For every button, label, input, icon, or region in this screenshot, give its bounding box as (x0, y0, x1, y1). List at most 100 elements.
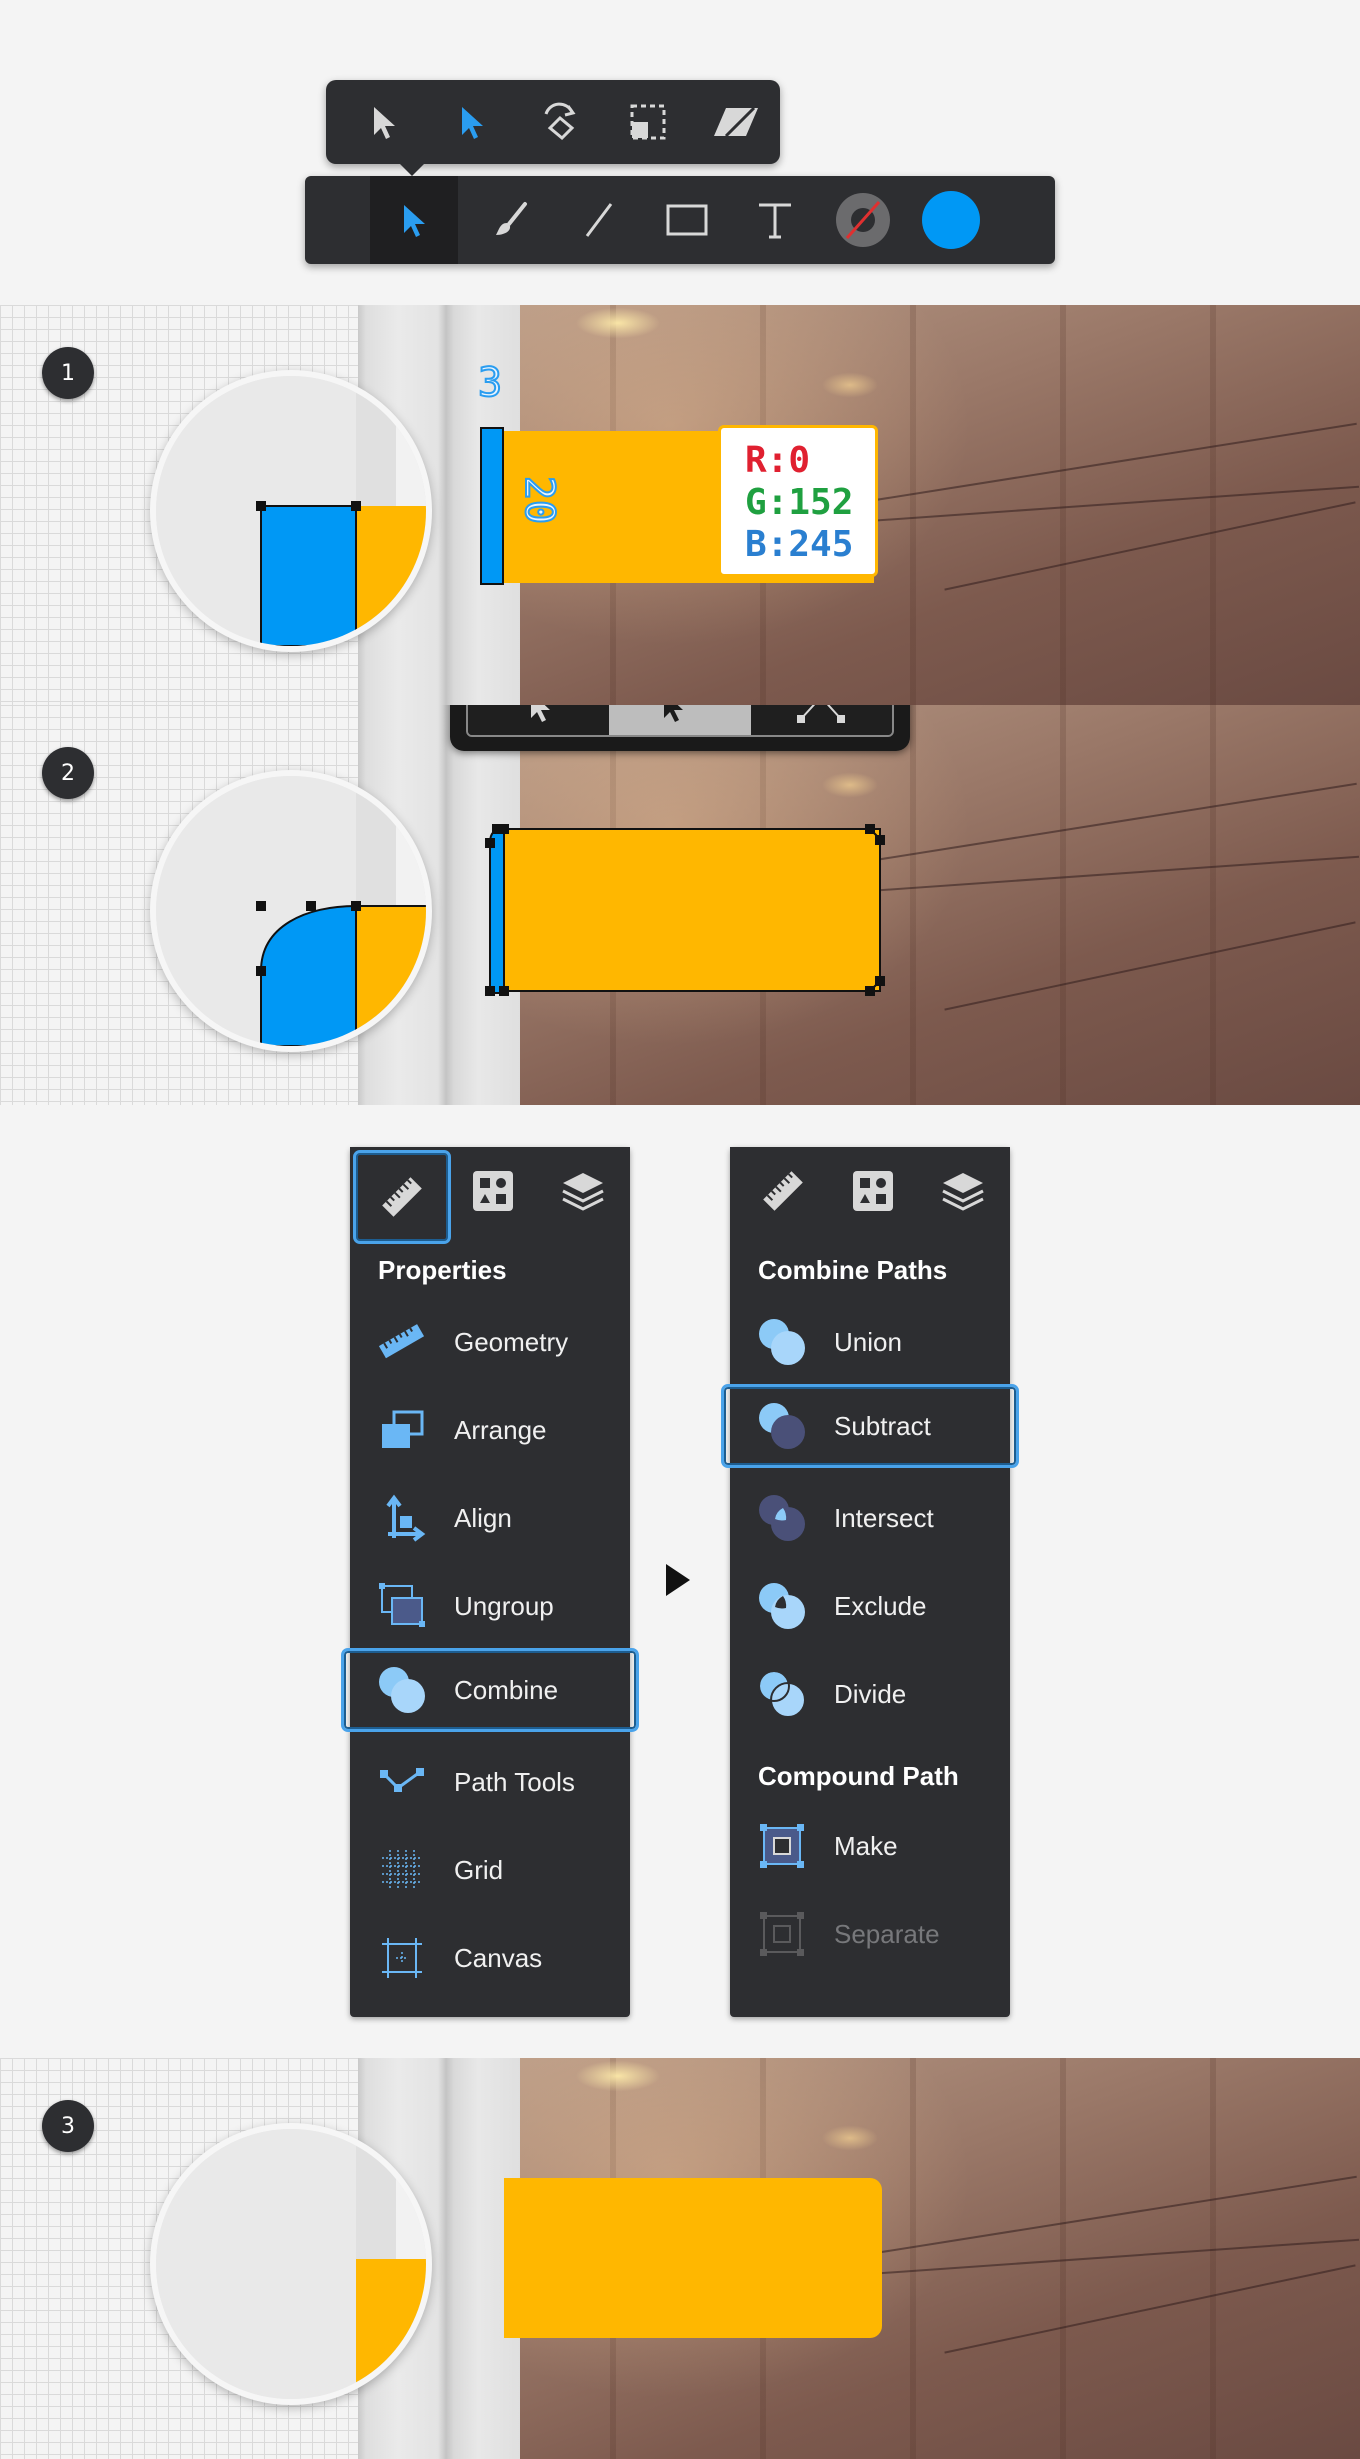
divide-item[interactable]: Divide (730, 1659, 1010, 1729)
brush-tool-button[interactable] (467, 176, 555, 264)
line-tool-button[interactable] (555, 176, 643, 264)
item-label: Ungroup (454, 1590, 554, 1621)
tab-layers[interactable] (916, 1147, 1009, 1235)
combine-paths-panel: Combine Paths Union Subtract Intersect E… (721, 1147, 1019, 2017)
panel-tabs (350, 1147, 630, 1244)
ruler-icon (382, 1177, 422, 1217)
stroke-none-icon (836, 193, 890, 247)
ruler-icon (378, 1324, 425, 1359)
arrow-pointer-icon (374, 107, 395, 139)
item-label: Divide (834, 1678, 907, 1709)
tab-layers[interactable] (536, 1147, 629, 1235)
arrow-pointer-icon (530, 705, 550, 722)
tab-shapes[interactable] (826, 1147, 919, 1235)
node-toolbar-group (466, 705, 894, 737)
blue-rectangle (480, 427, 504, 585)
item-label: Exclude (834, 1590, 927, 1621)
tab-shapes[interactable] (446, 1147, 539, 1235)
color-b-value: B:245 (745, 524, 854, 565)
add-node-button[interactable] (609, 705, 751, 735)
path-tools-icon (380, 1768, 424, 1792)
panel-title: Properties (378, 1255, 507, 1285)
item-label: Canvas (454, 1942, 543, 1973)
line-icon (585, 203, 613, 237)
canvas-icon (382, 1938, 422, 1978)
rectangle-tool-button[interactable] (643, 176, 731, 264)
align-item[interactable]: Align (350, 1483, 630, 1553)
exclude-item[interactable]: Exclude (730, 1571, 1010, 1641)
union-icon (759, 1319, 805, 1365)
step-1-canvas: 1 3 20 R:0 G:152 B:245 (0, 305, 1360, 705)
zoom-lens (150, 370, 432, 652)
node-tool-button[interactable] (434, 80, 510, 164)
crop-tool-button[interactable] (610, 80, 686, 164)
intersect-item[interactable]: Intersect (730, 1483, 1010, 1553)
crop-icon (630, 104, 666, 140)
color-value-tooltip: R:0 G:152 B:245 (718, 425, 878, 577)
node-toolbar (450, 705, 910, 751)
panel-tabs (730, 1147, 1010, 1235)
convert-node-button[interactable] (750, 705, 892, 735)
shear-icon (714, 106, 758, 138)
rotate-tool-button[interactable] (522, 80, 598, 164)
section-title: Compound Path (758, 1761, 959, 1791)
zoomed-corner-detail (156, 776, 426, 1046)
fill-color-swatch (922, 191, 980, 249)
step-3-canvas: 3 (0, 2058, 1360, 2459)
rectangle-icon (666, 204, 708, 236)
separate-compound-item[interactable]: Separate (730, 1899, 1010, 1969)
make-compound-item[interactable]: Make (730, 1811, 1010, 1881)
intersect-icon (759, 1495, 805, 1541)
make-icon (760, 1824, 804, 1868)
item-label: Union (834, 1326, 902, 1357)
step-2-canvas: 2 (0, 705, 1360, 1105)
combine-item[interactable]: Combine (341, 1648, 639, 1732)
subtract-icon (759, 1403, 805, 1449)
height-annotation: 20 (515, 475, 563, 525)
tab-geometry[interactable] (736, 1147, 829, 1235)
canvas-item[interactable]: Canvas (350, 1923, 630, 1993)
arrow-right-icon (666, 1564, 690, 1596)
item-label: Arrange (454, 1414, 547, 1445)
rotate-icon (544, 102, 576, 141)
arrange-item[interactable]: Arrange (350, 1395, 630, 1465)
zoomed-shape-detail (156, 376, 426, 646)
arrow-plus-icon (663, 705, 683, 722)
node-select-button[interactable] (468, 705, 610, 735)
item-label: Separate (834, 1918, 940, 1949)
panel-title: Combine Paths (758, 1255, 948, 1285)
blue-arrow-pointer-icon (462, 107, 483, 139)
union-item[interactable]: Union (730, 1307, 1010, 1377)
item-label: Geometry (454, 1326, 569, 1357)
item-label: Path Tools (454, 1766, 575, 1797)
shear-tool-button[interactable] (698, 80, 774, 164)
ungroup-item[interactable]: Ungroup (350, 1571, 630, 1641)
shapes-icon (472, 1171, 513, 1211)
subtract-item[interactable]: Subtract (721, 1384, 1019, 1468)
geometry-item[interactable]: Geometry (350, 1307, 630, 1377)
align-icon (386, 1494, 426, 1542)
divide-icon (758, 1670, 806, 1718)
path-tools-item[interactable]: Path Tools (350, 1747, 630, 1817)
selection-subtoolbar (326, 80, 780, 164)
step-badge: 3 (42, 2100, 94, 2152)
item-label: Subtract (834, 1410, 931, 1441)
text-t-icon (759, 203, 791, 239)
stroke-color-button[interactable] (819, 176, 907, 264)
combine-icon (379, 1667, 425, 1713)
text-tool-button[interactable] (731, 176, 819, 264)
path-node-icon (797, 705, 846, 723)
tab-geometry[interactable] (353, 1150, 451, 1244)
select-arrow-icon (404, 205, 425, 237)
zoom-lens (150, 2123, 432, 2405)
select-tool-button[interactable] (370, 176, 458, 264)
grid-icon (382, 1850, 422, 1890)
properties-panel: Properties Geometry Arrange Align Ungrou… (341, 1147, 639, 2017)
grid-item[interactable]: Grid (350, 1835, 630, 1905)
item-label: Intersect (834, 1502, 934, 1533)
color-g-value: G:152 (745, 482, 854, 523)
width-annotation: 3 (477, 359, 503, 407)
fill-color-button[interactable] (907, 176, 995, 264)
zoom-lens (150, 770, 432, 1052)
move-tool-button[interactable] (346, 80, 422, 164)
